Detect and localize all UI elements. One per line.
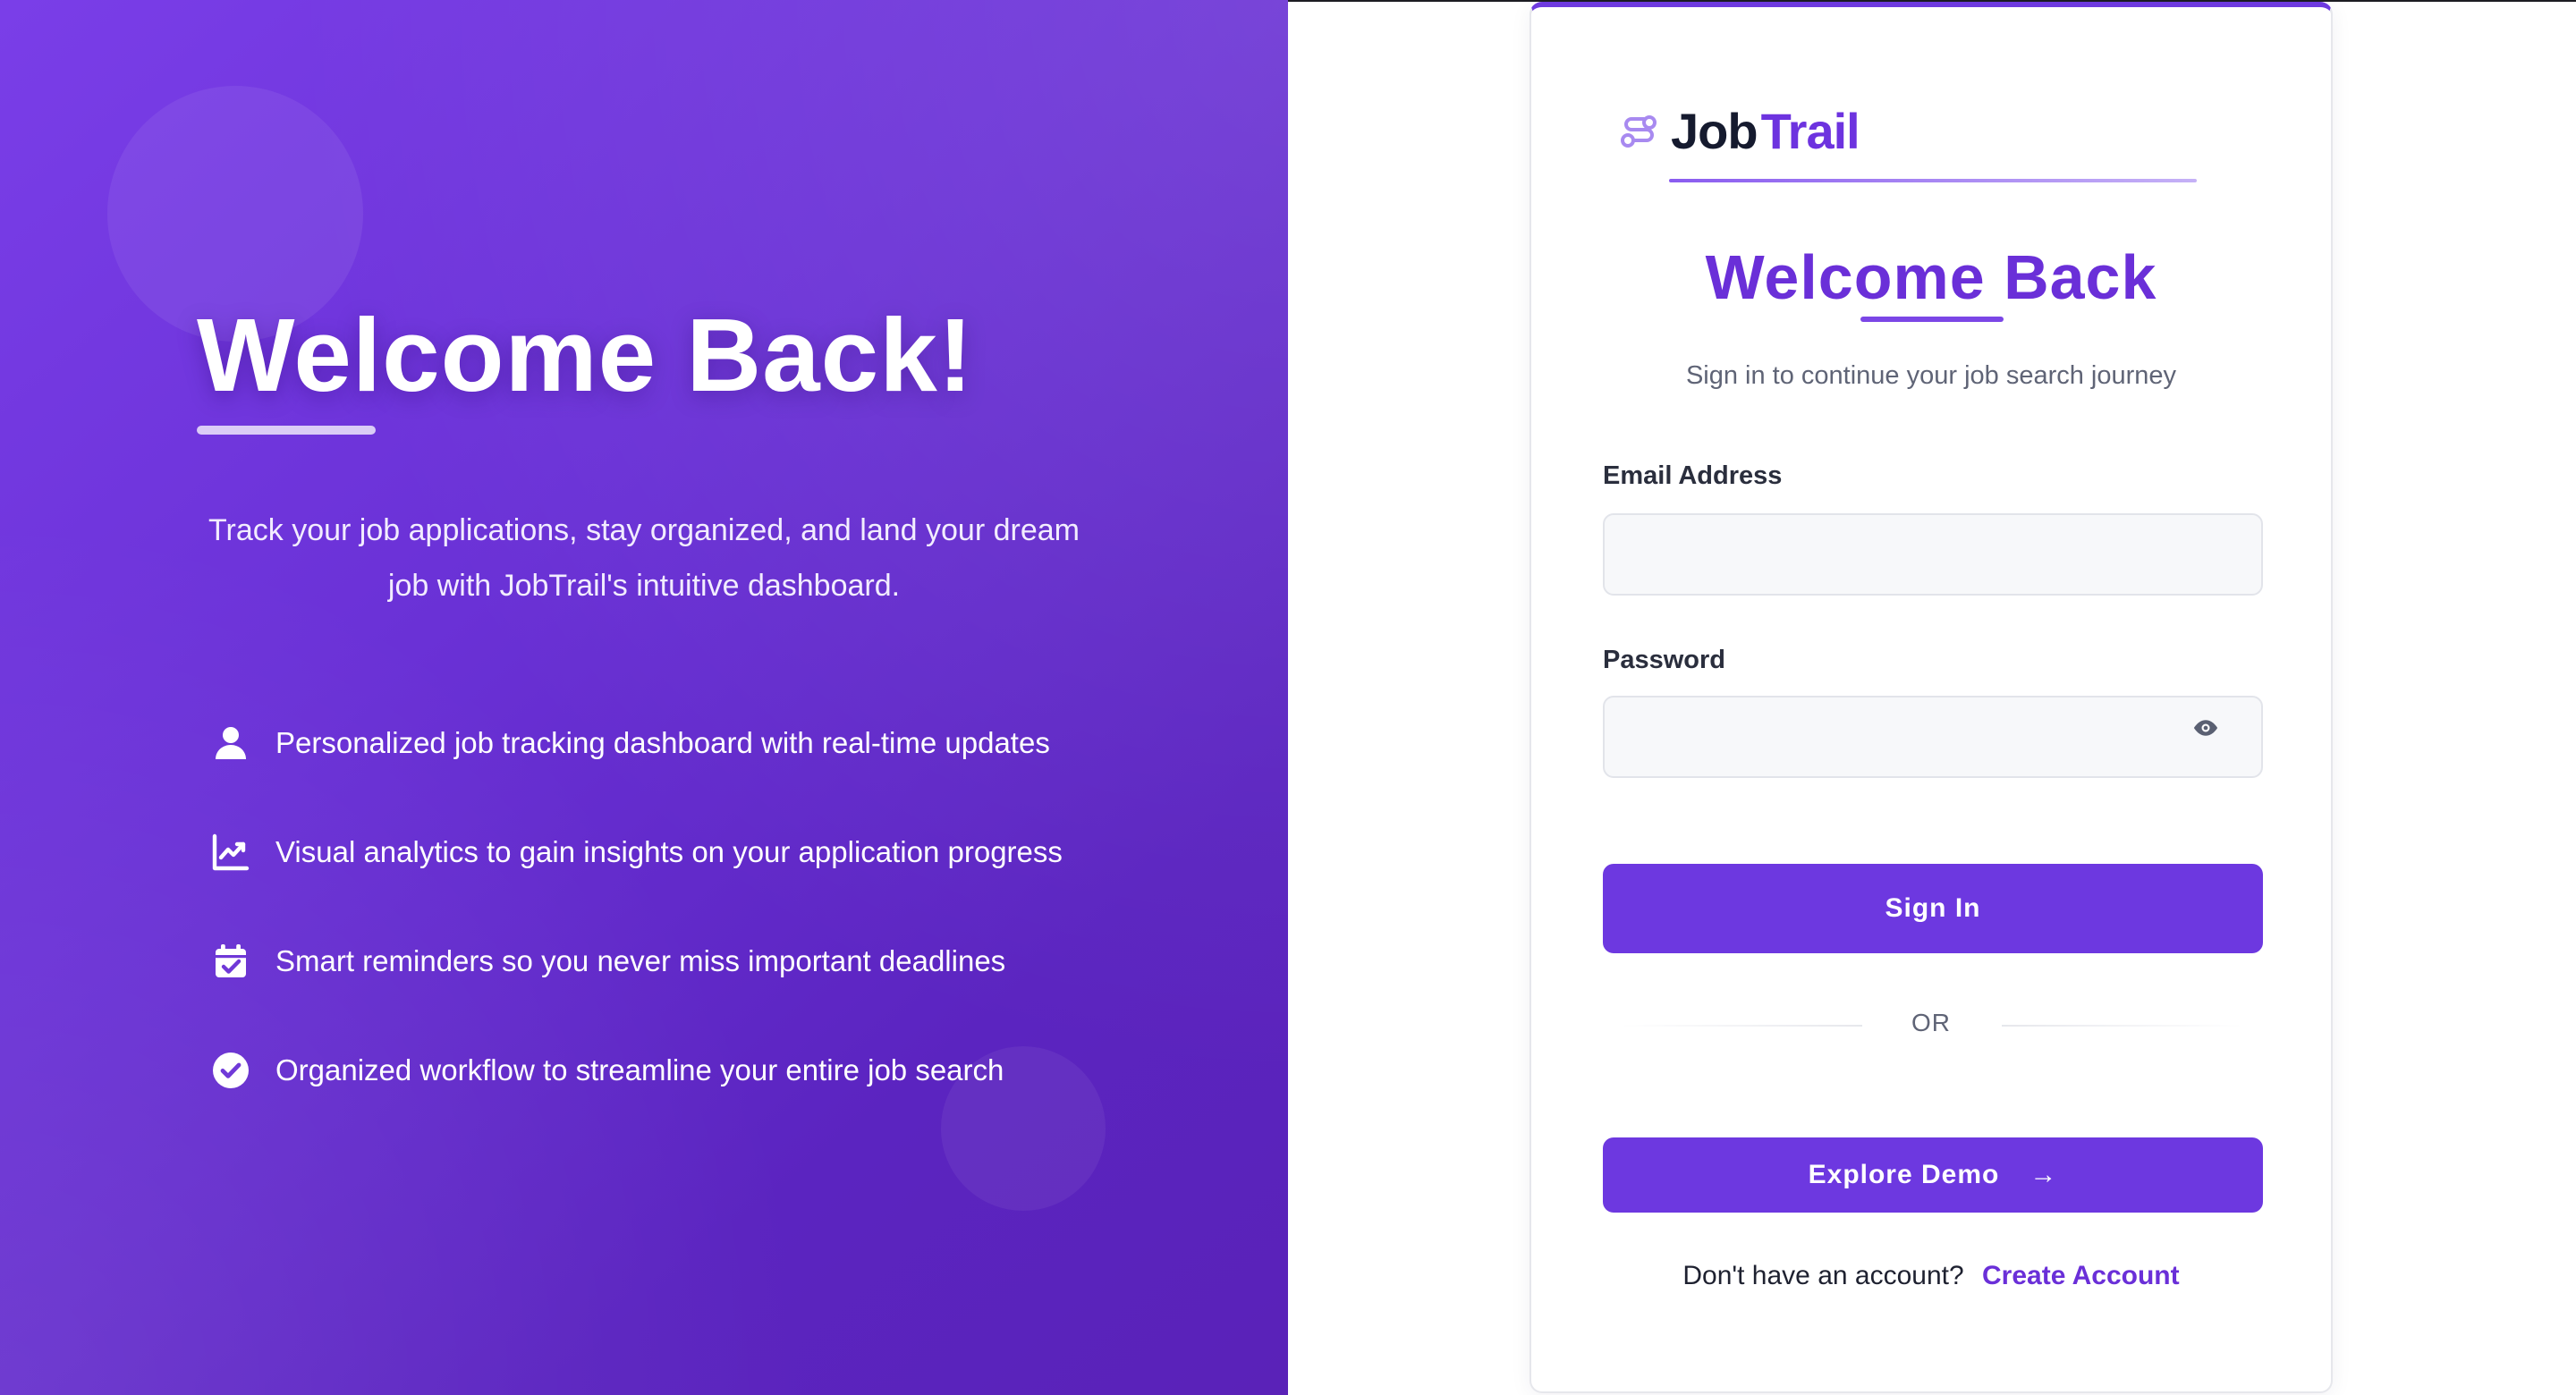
login-card: JobTrail Welcome Back Sign in to continu… (1530, 2, 2333, 1393)
form-title-underline (1860, 317, 2004, 322)
check-circle-icon (206, 1045, 256, 1095)
feature-item: Visual analytics to gain insights on you… (206, 798, 1063, 907)
feature-list: Personalized job tracking dashboard with… (206, 689, 1063, 1125)
feature-text: Smart reminders so you never miss import… (275, 944, 1006, 977)
signup-row: Don't have an account? Create Account (1531, 1261, 2331, 1291)
logo-underline (1669, 179, 2197, 182)
logo-text: JobTrail (1671, 102, 1860, 160)
feature-item: Personalized job tracking dashboard with… (206, 689, 1063, 798)
jobtrail-logo[interactable]: JobTrail (1617, 102, 1860, 160)
feature-text: Personalized job tracking dashboard with… (275, 726, 1050, 759)
calendar-check-icon (206, 936, 256, 986)
logo-text-job: Job (1671, 103, 1758, 159)
hero-title-underline (197, 426, 376, 435)
feature-item: Organized workflow to streamline your en… (206, 1016, 1063, 1125)
divider-text: OR (1911, 1009, 1951, 1036)
hero-title: Welcome Back! (197, 297, 974, 413)
hero-panel: Welcome Back! Track your job application… (0, 0, 1288, 1395)
signup-prompt: Don't have an account? (1682, 1261, 1964, 1290)
feature-text: Visual analytics to gain insights on you… (275, 835, 1063, 868)
password-field[interactable] (1603, 696, 2263, 778)
user-icon (206, 718, 256, 768)
feature-text: Organized workflow to streamline your en… (275, 1053, 1004, 1086)
arrow-right-icon: → (2029, 1160, 2058, 1189)
eye-icon[interactable] (2191, 714, 2220, 742)
logo-text-trail: Trail (1760, 103, 1860, 159)
sign-in-button[interactable]: Sign In (1603, 864, 2263, 953)
email-label: Email Address (1603, 461, 1783, 490)
form-subtitle: Sign in to continue your job search jour… (1685, 361, 2177, 390)
form-title: Welcome Back (1705, 242, 2157, 312)
hero-description: Track your job applications, stay organi… (208, 513, 1080, 603)
explore-demo-label: Explore Demo (1808, 1160, 2000, 1189)
explore-demo-button[interactable]: Explore Demo → (1603, 1137, 2263, 1213)
email-field[interactable] (1603, 513, 2263, 596)
chart-line-icon (206, 827, 256, 877)
route-icon (1617, 110, 1660, 153)
feature-item: Smart reminders so you never miss import… (206, 907, 1063, 1016)
create-account-link[interactable]: Create Account (1982, 1261, 2180, 1290)
divider-line (2002, 1025, 2243, 1027)
login-page: Welcome Back! Track your job application… (0, 0, 2576, 1395)
password-label: Password (1603, 646, 1725, 674)
